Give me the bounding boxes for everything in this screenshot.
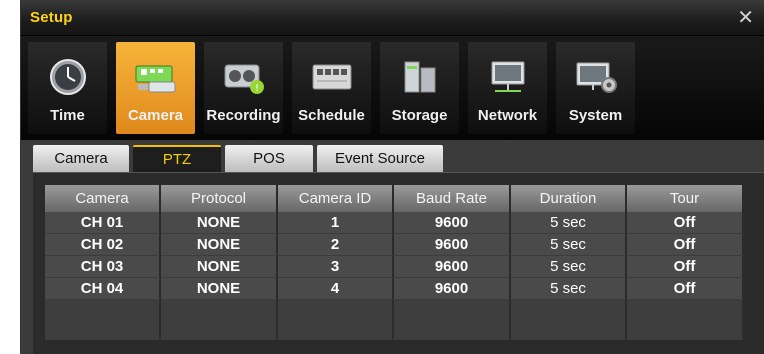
menu-label-storage: Storage [391,107,448,124]
svg-text:!: ! [254,83,258,94]
title-bar: Setup ✕ [21,0,764,36]
cell-duration[interactable]: 5 sec [511,212,627,234]
clock-icon [45,57,91,97]
cell-duration[interactable]: 5 sec [511,234,627,256]
column-header-camera: Camera [45,185,161,212]
camera-icon [133,57,179,97]
table-row[interactable]: CH 04 NONE 4 9600 5 sec Off [45,278,744,300]
cell-duration[interactable]: 5 sec [511,256,627,278]
menu-label-camera: Camera [127,107,184,124]
cell-tour[interactable]: Off [627,256,744,278]
empty-cell [45,300,161,340]
menu-label-time: Time [50,107,85,124]
cell-protocol[interactable]: NONE [161,212,278,234]
column-header-protocol: Protocol [161,185,278,212]
cell-protocol[interactable]: NONE [161,256,278,278]
tab-event-source[interactable]: Event Source [317,145,443,172]
column-header-tour: Tour [627,185,744,212]
column-header-duration: Duration [511,185,627,212]
main-menu: Time Camera ! Recording Schedule Storage [21,36,764,140]
cell-camera-id[interactable]: 1 [278,212,394,234]
cell-camera: CH 01 [45,212,161,234]
ptz-table: Camera Protocol Camera ID Baud Rate Dura… [45,185,744,340]
schedule-icon [309,57,355,97]
menu-item-schedule[interactable]: Schedule [292,42,371,134]
cell-tour[interactable]: Off [627,212,744,234]
column-header-camera-id: Camera ID [278,185,394,212]
content-area: Camera PTZ POS Event Source Camera Proto… [21,140,764,354]
network-icon [485,57,531,97]
cell-camera-id[interactable]: 2 [278,234,394,256]
menu-label-network: Network [477,107,538,124]
table-row[interactable]: CH 02 NONE 2 9600 5 sec Off [45,234,744,256]
menu-label-system: System [568,107,623,124]
menu-item-time[interactable]: Time [28,42,107,134]
cell-camera-id[interactable]: 3 [278,256,394,278]
window-title: Setup [30,9,73,26]
table-row-empty [45,300,744,340]
table-row[interactable]: CH 01 NONE 1 9600 5 sec Off [45,212,744,234]
cell-camera: CH 03 [45,256,161,278]
menu-item-system[interactable]: System [556,42,635,134]
storage-icon [397,57,443,97]
cell-duration[interactable]: 5 sec [511,278,627,300]
empty-cell [511,300,627,340]
cell-tour[interactable]: Off [627,278,744,300]
empty-cell [627,300,744,340]
table-row[interactable]: CH 03 NONE 3 9600 5 sec Off [45,256,744,278]
cell-baud-rate[interactable]: 9600 [394,278,511,300]
menu-item-storage[interactable]: Storage [380,42,459,134]
close-icon[interactable]: ✕ [737,8,754,28]
setup-window: Setup ✕ Time Camera ! Recording Schedule… [20,0,764,354]
tab-pos[interactable]: POS [225,145,313,172]
empty-cell [278,300,394,340]
system-icon [573,57,619,97]
empty-cell [161,300,278,340]
tab-bar: Camera PTZ POS Event Source [21,140,764,172]
empty-cell [394,300,511,340]
cell-camera: CH 04 [45,278,161,300]
cell-protocol[interactable]: NONE [161,234,278,256]
column-header-baud-rate: Baud Rate [394,185,511,212]
cell-baud-rate[interactable]: 9600 [394,256,511,278]
cell-baud-rate[interactable]: 9600 [394,212,511,234]
menu-item-camera[interactable]: Camera [116,42,195,134]
menu-item-recording[interactable]: ! Recording [204,42,283,134]
cell-protocol[interactable]: NONE [161,278,278,300]
cell-tour[interactable]: Off [627,234,744,256]
recording-icon: ! [221,57,267,97]
menu-label-schedule: Schedule [298,107,365,124]
ptz-panel: Camera Protocol Camera ID Baud Rate Dura… [33,172,764,354]
tab-ptz[interactable]: PTZ [133,145,221,172]
cell-baud-rate[interactable]: 9600 [394,234,511,256]
menu-label-recording: Recording [206,107,281,124]
cell-camera-id[interactable]: 4 [278,278,394,300]
menu-item-network[interactable]: Network [468,42,547,134]
table-header-row: Camera Protocol Camera ID Baud Rate Dura… [45,185,744,212]
tab-camera[interactable]: Camera [33,145,129,172]
cell-camera: CH 02 [45,234,161,256]
